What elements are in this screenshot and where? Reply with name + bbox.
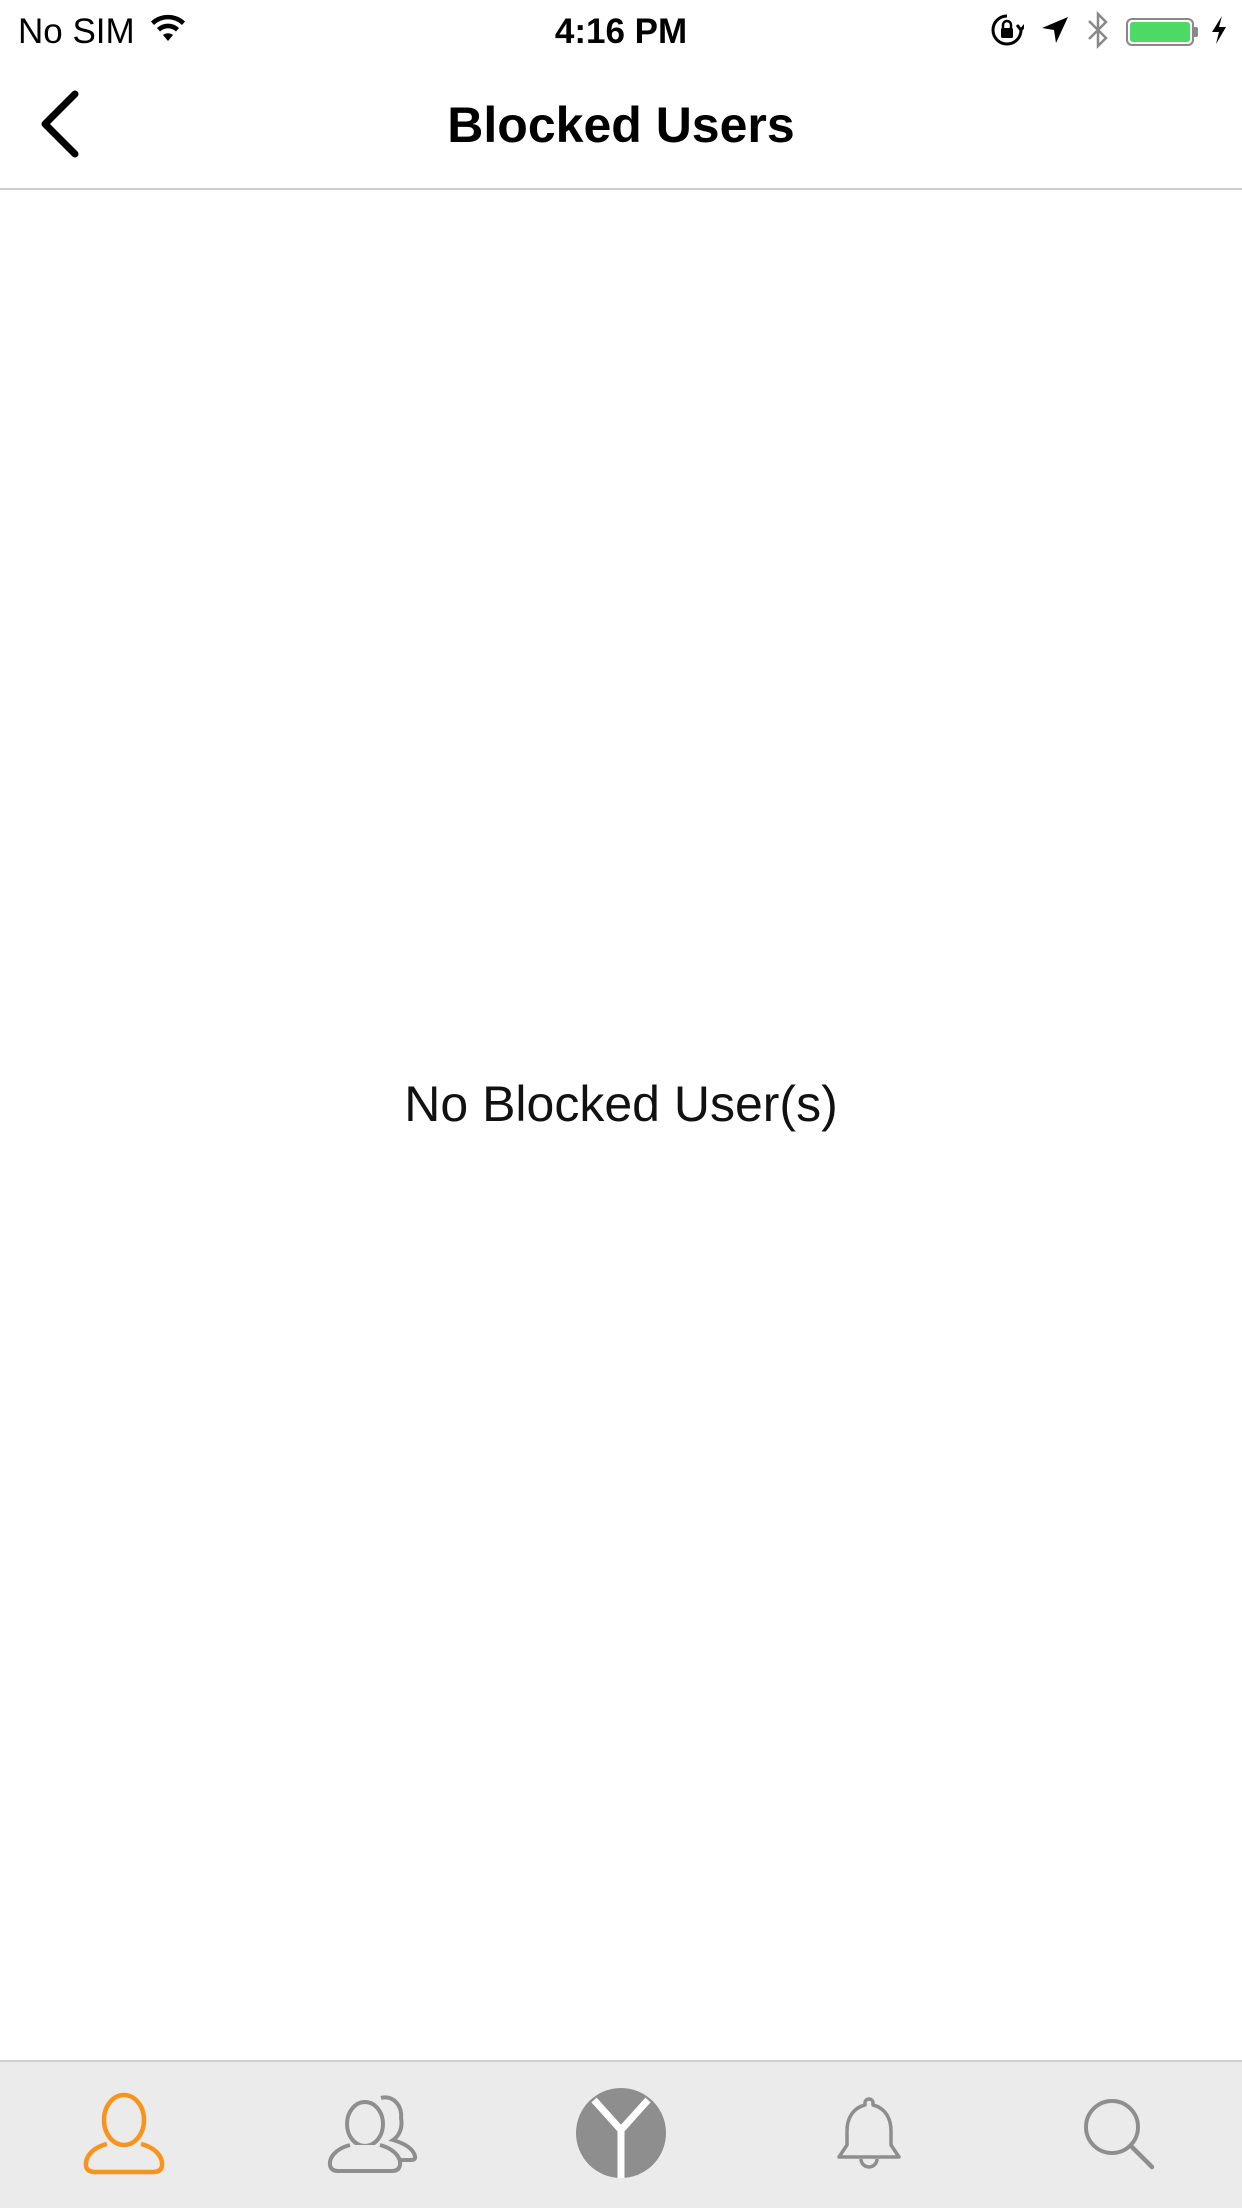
- tab-profile[interactable]: [64, 2075, 184, 2195]
- location-arrow-icon: [1040, 15, 1070, 50]
- status-right: [990, 10, 1228, 54]
- bluetooth-icon: [1086, 10, 1110, 54]
- navigation-bar: Blocked Users: [0, 62, 1242, 190]
- page-title: Blocked Users: [447, 97, 795, 153]
- screen: No SIM 4:16 PM Blocked Users No Blocked …: [0, 0, 1242, 2208]
- rotation-lock-icon: [990, 13, 1027, 52]
- tab-friends[interactable]: [313, 2075, 433, 2195]
- profile-icon: [79, 2088, 169, 2183]
- tab-bar: [0, 2060, 1242, 2208]
- charging-bolt-icon: [1210, 15, 1228, 50]
- search-icon: [1078, 2093, 1158, 2178]
- status-bar: No SIM 4:16 PM: [0, 0, 1242, 62]
- empty-state-message: No Blocked User(s): [404, 1076, 838, 1132]
- battery-level: [1130, 22, 1190, 42]
- tab-notifications[interactable]: [809, 2075, 929, 2195]
- friends-icon: [323, 2088, 423, 2183]
- tab-home[interactable]: [561, 2075, 681, 2195]
- app-logo-icon: [574, 2086, 668, 2185]
- battery-icon: [1126, 18, 1198, 46]
- bell-icon: [829, 2093, 909, 2178]
- tab-search[interactable]: [1058, 2075, 1178, 2195]
